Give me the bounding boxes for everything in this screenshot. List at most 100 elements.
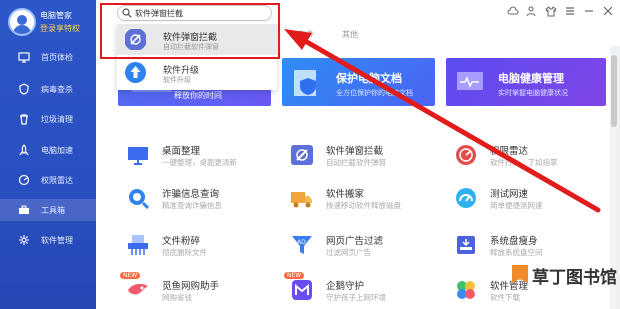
sidebar-item-label: 电脑加速 [41, 145, 73, 155]
tool-popup-blocker[interactable]: 软件弹窗拦截 自动拦截软件弹窗 [282, 140, 442, 172]
tool-name: 诈骗信息查询 [162, 189, 220, 200]
tool-desc: 自动拦截软件弹窗 [326, 158, 386, 167]
sidebar-item-virus[interactable]: 病毒查杀 [0, 78, 96, 100]
watermark-logo-icon [512, 265, 528, 283]
banner-title: 电脑健康管理 [498, 72, 564, 85]
toolbox-icon [19, 205, 29, 214]
virus-icon [19, 83, 29, 95]
new-badge: NEW [284, 272, 305, 279]
banner-title: 保护电脑文档 [336, 72, 402, 85]
menu-icon[interactable] [564, 5, 576, 17]
tool-fraud-lookup[interactable]: 诈骗信息查询 精准查询诈骗信息 [118, 183, 278, 215]
tool-desktop-organize[interactable]: 桌面整理 一键整理，桌面更清新 [118, 140, 278, 172]
trash-icon [20, 114, 28, 125]
close-icon[interactable] [602, 5, 614, 17]
user-profile[interactable]: 电脑管家 登录享特权 [8, 6, 92, 36]
radar-icon [18, 174, 30, 186]
watermark-text: 草丁图书馆 [532, 268, 617, 288]
health-monitor-icon [457, 72, 483, 90]
apps-icon [19, 235, 29, 245]
banner-document-protection[interactable]: 保护电脑文档 全方位保护你的电脑文档 [282, 58, 435, 106]
radar-icon [454, 143, 478, 167]
tool-desc: 彻底删除文件 [162, 248, 207, 257]
tool-desc: 一键整理，桌面更清新 [162, 158, 237, 167]
banner-desc: 实时掌握电脑健康状况 [498, 89, 568, 97]
sidebar-item-label: 权限雷达 [41, 175, 73, 185]
tool-name: 测试网速 [490, 189, 529, 200]
document-shield-icon [294, 70, 316, 96]
speedometer-icon [454, 186, 478, 210]
login-link[interactable]: 登录享特权 [40, 23, 80, 34]
sidebar-item-label: 垃圾清理 [41, 114, 73, 124]
tool-desc: 简单便捷测网速 [490, 201, 543, 210]
tool-name: 文件粉碎 [162, 236, 201, 247]
sidebar-item-label: 首页体检 [41, 52, 73, 62]
cloud-icon[interactable] [507, 5, 519, 17]
sidebar-item-label: 软件管理 [41, 235, 73, 245]
guardian-icon [290, 278, 314, 302]
tool-desc: 软件下载 [490, 293, 520, 302]
window-controls [507, 5, 614, 17]
tool-penguin-guard[interactable]: NEW 企鹅守护 守护孩子上网环境 [282, 272, 442, 307]
tab-software[interactable]: 软件 [298, 29, 314, 40]
sidebar-item-toolbox[interactable]: 工具箱 [0, 199, 96, 221]
shopping-icon [126, 278, 150, 302]
sidebar-item-label: 病毒查杀 [41, 84, 73, 94]
sidebar-item-cleanup[interactable]: 垃圾清理 [0, 108, 96, 130]
scrollbar-thumb[interactable] [611, 55, 617, 127]
upgrade-icon [125, 62, 146, 83]
sidebar-item-radar[interactable]: 权限雷达 [0, 169, 96, 191]
monitor-icon [18, 52, 30, 63]
suggestion-software-upgrade[interactable]: 软件升级 软件升级 [117, 57, 277, 88]
tool-desc: 快速移动软件释放磁盘 [326, 201, 401, 210]
tool-desc: 软件行为，了如指掌 [490, 158, 558, 167]
tool-name: 企鹅守护 [326, 281, 365, 292]
tool-file-shredder[interactable]: 文件粉碎 彻底删除文件 [118, 230, 278, 262]
highlight-annotation [100, 3, 280, 59]
banner-health[interactable]: 电脑健康管理 实时掌握电脑健康状况 [446, 58, 606, 106]
tool-name: 系统盘瘦身 [490, 236, 538, 247]
sidebar-item-software[interactable]: 软件管理 [0, 229, 96, 251]
tool-name: 权限雷达 [490, 146, 529, 157]
avatar[interactable] [8, 8, 36, 36]
tool-desc: 守护孩子上网环境 [326, 293, 386, 302]
tool-desc: 精准查询诈骗信息 [162, 201, 222, 210]
disk-icon [454, 233, 478, 257]
tool-shopping-assistant[interactable]: NEW 觅鱼网购助手 网购省钱 [118, 272, 278, 307]
sidebar-item-checkup[interactable]: 首页体检 [0, 46, 96, 68]
tool-name: 桌面整理 [162, 146, 201, 157]
tool-name: 网页广告过滤 [326, 236, 384, 247]
svg-text:AD: AD [297, 239, 306, 246]
tool-name: 觅鱼网购助手 [162, 281, 220, 292]
block-popup-icon [290, 143, 314, 167]
app-name: 电脑管家 [40, 11, 72, 20]
suggestion-desc: 软件升级 [163, 76, 191, 84]
tool-name: 软件弹窗拦截 [326, 146, 384, 157]
truck-icon [290, 186, 314, 210]
tab-other[interactable]: 其他 [342, 29, 358, 40]
watermark: 草丁图书馆 [508, 261, 618, 289]
tool-permission-radar[interactable]: 权限雷达 软件行为，了如指掌 [446, 140, 606, 172]
shredder-icon [126, 233, 150, 257]
tool-name: 软件搬家 [326, 189, 365, 200]
banner-desc: 全方位保护你的电脑文档 [336, 89, 413, 97]
tool-software-move[interactable]: 软件搬家 快速移动软件释放磁盘 [282, 183, 442, 215]
apps-icon [454, 278, 478, 302]
tool-desc: 释放系统盘空间 [490, 248, 543, 257]
fraud-search-icon [126, 186, 150, 210]
user-settings-icon[interactable] [526, 5, 538, 17]
skin-icon[interactable] [545, 5, 557, 17]
ad-filter-icon: AD [290, 233, 314, 257]
new-badge: NEW [120, 272, 141, 279]
banner-subtitle: 释放你的时间 [174, 91, 222, 100]
desktop-icon [126, 143, 150, 167]
minimize-icon[interactable] [583, 5, 595, 17]
sidebar-item-speedup[interactable]: 电脑加速 [0, 139, 96, 161]
tool-ad-filter[interactable]: AD 网页广告过滤 过滤网页广告 [282, 230, 442, 262]
tool-desc: 网购省钱 [162, 293, 192, 302]
tool-desc: 过滤网页广告 [326, 248, 371, 257]
tool-system-disk-slim[interactable]: 系统盘瘦身 释放系统盘空间 [446, 230, 606, 262]
sidebar: 电脑管家 登录享特权 首页体检 病毒查杀 垃圾清理 电脑加速 权限雷达 工具箱 … [0, 0, 96, 309]
rocket-icon [19, 144, 29, 156]
tool-speed-test[interactable]: 测试网速 简单便捷测网速 [446, 183, 606, 215]
